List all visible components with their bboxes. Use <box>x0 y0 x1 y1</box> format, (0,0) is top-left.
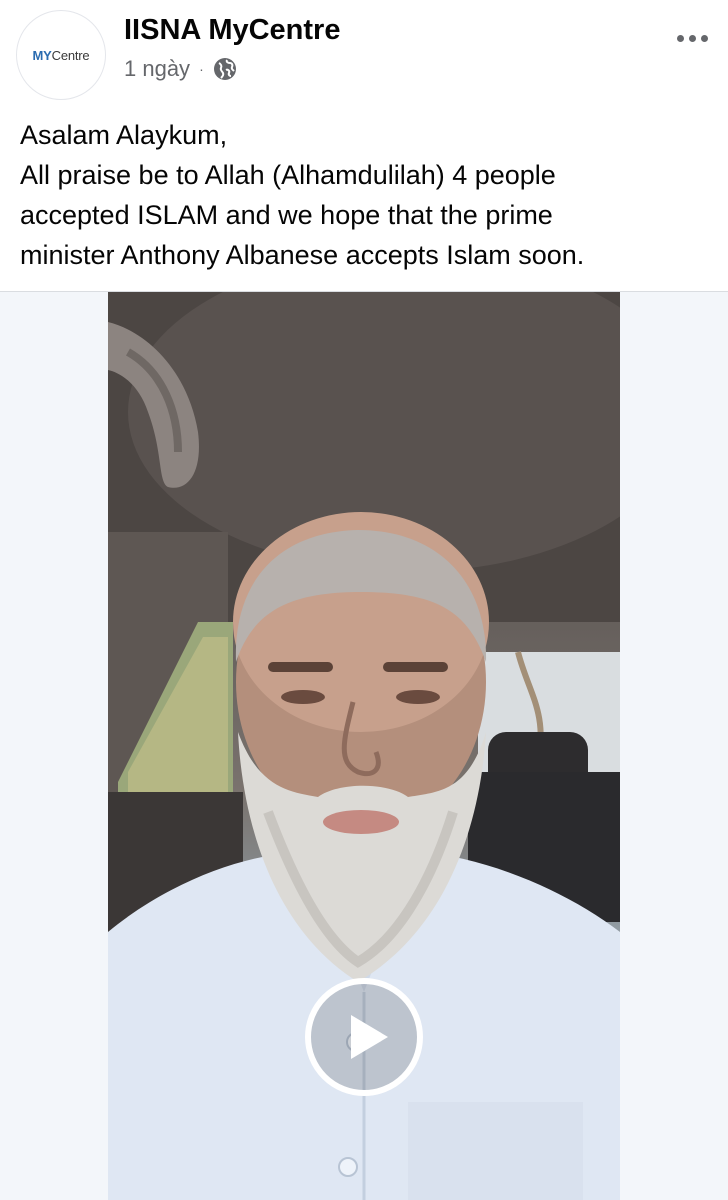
caption-line: minister Anthony Albanese accepts Islam … <box>20 240 585 270</box>
globe-icon[interactable] <box>213 57 237 81</box>
page-avatar[interactable]: MYCentre <box>16 10 106 100</box>
post-caption: Asalam Alaykum, All praise be to Allah (… <box>20 115 710 275</box>
post-media <box>0 291 728 1200</box>
caption-line: All praise be to Allah (Alhamdulilah) 4 … <box>20 160 556 190</box>
play-icon <box>305 978 423 1096</box>
caption-line: accepted ISLAM and we hope that the prim… <box>20 200 553 230</box>
post-header: MYCentre IISNA MyCentre 1 ngày · <box>0 0 728 110</box>
play-button[interactable] <box>304 977 424 1097</box>
caption-line: Asalam Alaykum, <box>20 120 228 150</box>
more-horizontal-icon <box>676 34 708 42</box>
meta-separator: · <box>199 61 204 77</box>
post-timestamp[interactable]: 1 ngày <box>124 56 190 82</box>
post-card: MYCentre IISNA MyCentre 1 ngày · Asalam … <box>0 0 728 1200</box>
mycentre-logo: MYCentre <box>32 47 90 63</box>
post-meta: 1 ngày · <box>124 54 237 84</box>
page-name-link[interactable]: IISNA MyCentre <box>124 14 340 47</box>
more-options-button[interactable] <box>670 20 714 56</box>
